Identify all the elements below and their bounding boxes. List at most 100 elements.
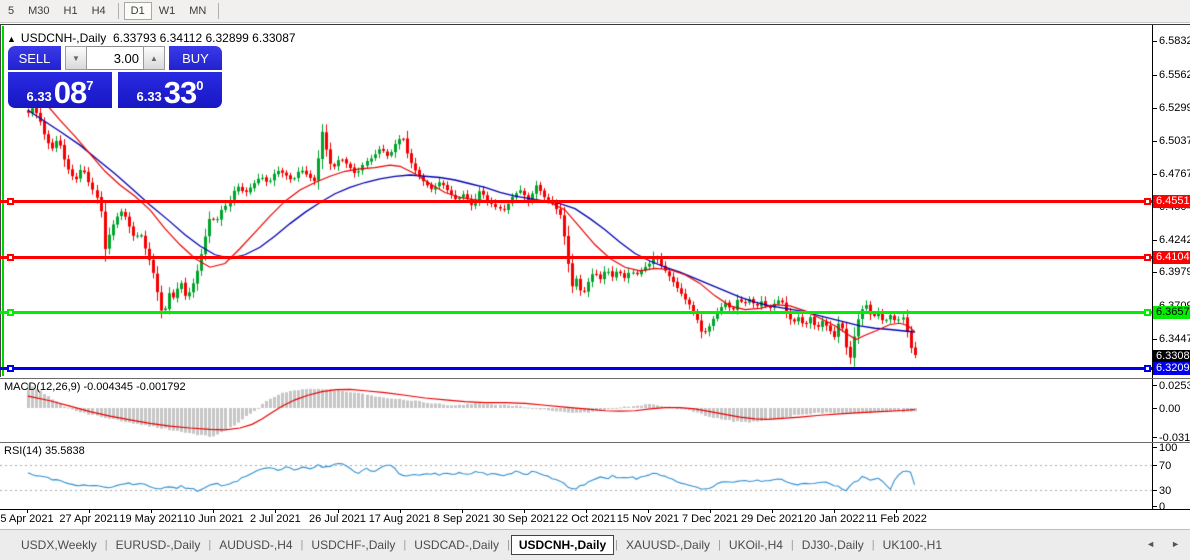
chart-tab-ukoil-h4[interactable]: UKOil-,H4	[722, 536, 790, 554]
sell-button[interactable]: SELL	[8, 46, 61, 70]
level-line-handle[interactable]	[7, 254, 14, 261]
date-tick-label: 7 Dec 2021	[675, 513, 745, 525]
chart-tab-xauusd-daily[interactable]: XAUUSD-,Daily	[619, 536, 717, 554]
macd-indicator-label: MACD(12,26,9) -0.004345 -0.001792	[4, 381, 186, 393]
buy-price-display[interactable]: 6.33 33 0	[118, 72, 222, 108]
level-line-handle[interactable]	[1144, 365, 1151, 372]
rsi-tick-label: 70	[1159, 460, 1171, 472]
horizontal-level-line-6.36570[interactable]	[0, 311, 1152, 314]
sell-price-main: 08	[54, 77, 86, 108]
timeframe-toolbar: 5M30H1H4 D1W1MN	[0, 0, 1190, 23]
chart-tab-usdcad-daily[interactable]: USDCAD-,Daily	[407, 536, 506, 554]
buy-button[interactable]: BUY	[169, 46, 222, 70]
date-tick-label: 8 Sep 2021	[427, 513, 497, 525]
tab-separator: |	[208, 539, 211, 551]
price-tick-mark	[1153, 339, 1157, 340]
period-button-H1[interactable]: H1	[57, 2, 85, 20]
buy-price-prefix: 6.33	[136, 89, 161, 104]
date-tick-label: 5 Apr 2021	[0, 513, 62, 525]
buy-price-main: 33	[164, 77, 196, 108]
price-level-badge-6.45515: 6.45515	[1153, 195, 1190, 208]
date-tick-label: 30 Sep 2021	[489, 513, 559, 525]
macd-tick-mark	[1153, 385, 1157, 386]
tab-scroll-right-icon[interactable]: ►	[1171, 539, 1180, 549]
chart-tab-dj30-daily[interactable]: DJ30-,Daily	[795, 536, 871, 554]
sell-price-display[interactable]: 6.33 08 7	[8, 72, 112, 108]
date-axis[interactable]: 5 Apr 202127 Apr 202119 May 202110 Jun 2…	[0, 509, 1190, 529]
level-line-handle[interactable]	[7, 365, 14, 372]
macd-panel-splitter[interactable]	[0, 378, 1190, 379]
price-tick-label: 6.52995	[1159, 102, 1190, 114]
price-tick-mark	[1153, 108, 1157, 109]
macd-tick-mark	[1153, 437, 1157, 438]
date-tick-label: 26 Jul 2021	[303, 513, 373, 525]
tab-separator: |	[718, 539, 721, 551]
price-level-badge-6.33087: 6.33087	[1153, 350, 1190, 363]
chart-tab-audusd-h4[interactable]: AUDUSD-,H4	[212, 536, 299, 554]
chart-ohlc-values: 6.33793 6.34112 6.32899 6.33087	[113, 31, 296, 45]
price-tick-label: 6.58320	[1159, 35, 1190, 47]
rsi-tick-mark	[1153, 465, 1157, 466]
price-level-badge-6.36570: 6.36570	[1153, 306, 1190, 319]
rsi-tick-mark	[1153, 490, 1157, 491]
rsi-tick-label: 100	[1159, 442, 1177, 454]
rsi-indicator-label: RSI(14) 35.5838	[4, 445, 85, 457]
level-line-handle[interactable]	[7, 198, 14, 205]
price-tick-label: 6.42420	[1159, 234, 1190, 246]
date-tick-label: 29 Dec 2021	[737, 513, 807, 525]
price-tick-label: 6.47670	[1159, 168, 1190, 180]
level-line-handle[interactable]	[7, 309, 14, 316]
tab-separator: |	[791, 539, 794, 551]
horizontal-level-line-6.41043[interactable]	[0, 256, 1152, 259]
period-button-H4[interactable]: H4	[85, 2, 113, 20]
lot-increase-button[interactable]: ▲	[143, 46, 165, 70]
lot-size-input[interactable]	[87, 46, 143, 70]
chart-tab-usdx-weekly[interactable]: USDX,Weekly	[14, 536, 104, 554]
price-tick-mark	[1153, 75, 1157, 76]
date-tick-label: 27 Apr 2021	[54, 513, 124, 525]
price-tick-mark	[1153, 141, 1157, 142]
price-axis[interactable]: 6.583206.556206.529956.503706.476706.450…	[1152, 25, 1190, 509]
price-tick-mark	[1153, 174, 1157, 175]
date-tick-label: 17 Aug 2021	[365, 513, 435, 525]
sell-price-prefix: 6.33	[26, 89, 51, 104]
lot-decrease-button[interactable]: ▼	[65, 46, 87, 70]
level-line-handle[interactable]	[1144, 198, 1151, 205]
price-tick-label: 6.50370	[1159, 135, 1190, 147]
rsi-tick-mark	[1153, 447, 1157, 448]
price-tick-label: 6.34470	[1159, 333, 1190, 345]
horizontal-level-line-6.45515[interactable]	[0, 200, 1152, 203]
level-line-handle[interactable]	[1144, 254, 1151, 261]
period-button-D1[interactable]: D1	[124, 2, 152, 20]
price-tick-label: 6.39795	[1159, 266, 1190, 278]
tab-scroll-left-icon[interactable]: ◄	[1146, 539, 1155, 549]
date-tick-label: 15 Nov 2021	[613, 513, 683, 525]
chart-tab-uk100-h1[interactable]: UK100-,H1	[876, 536, 949, 554]
rsi-indicator-canvas[interactable]	[0, 444, 1152, 509]
collapse-panel-icon[interactable]: ▲	[7, 34, 16, 44]
date-tick-label: 2 Jul 2021	[240, 513, 310, 525]
period-button-M30[interactable]: M30	[21, 2, 56, 20]
chart-tab-usdcnh-daily[interactable]: USDCNH-,Daily	[511, 535, 614, 555]
tab-scroll-arrows: ◄ ►	[1146, 539, 1180, 549]
tab-separator: |	[615, 539, 618, 551]
period-button-W1[interactable]: W1	[152, 2, 183, 20]
chart-title: ▲ USDCNH-,Daily 6.33793 6.34112 6.32899 6…	[7, 31, 296, 45]
tab-separator: |	[105, 539, 108, 551]
rsi-panel-splitter[interactable]	[0, 442, 1190, 443]
price-tick-label: 6.55620	[1159, 69, 1190, 81]
chart-tab-eurusd-daily[interactable]: EURUSD-,Daily	[109, 536, 208, 554]
trading-terminal: 5M30H1H4 D1W1MN ▲ USDCNH-,Daily 6.33793 6.…	[0, 0, 1190, 560]
tab-separator: |	[403, 539, 406, 551]
period-button-5[interactable]: 5	[1, 2, 21, 20]
chart-tab-usdchf-daily[interactable]: USDCHF-,Daily	[304, 536, 402, 554]
level-line-handle[interactable]	[1144, 309, 1151, 316]
price-tick-mark	[1153, 240, 1157, 241]
period-button-MN[interactable]: MN	[182, 2, 213, 20]
horizontal-level-line-6.32098[interactable]	[0, 367, 1152, 370]
macd-tick-label: 0.00	[1159, 403, 1180, 415]
date-tick-label: 22 Oct 2021	[551, 513, 621, 525]
price-level-badge-6.32098: 6.32098	[1153, 362, 1190, 375]
chart-symbol-label: USDCNH-,Daily	[21, 31, 106, 45]
tab-separator: |	[301, 539, 304, 551]
